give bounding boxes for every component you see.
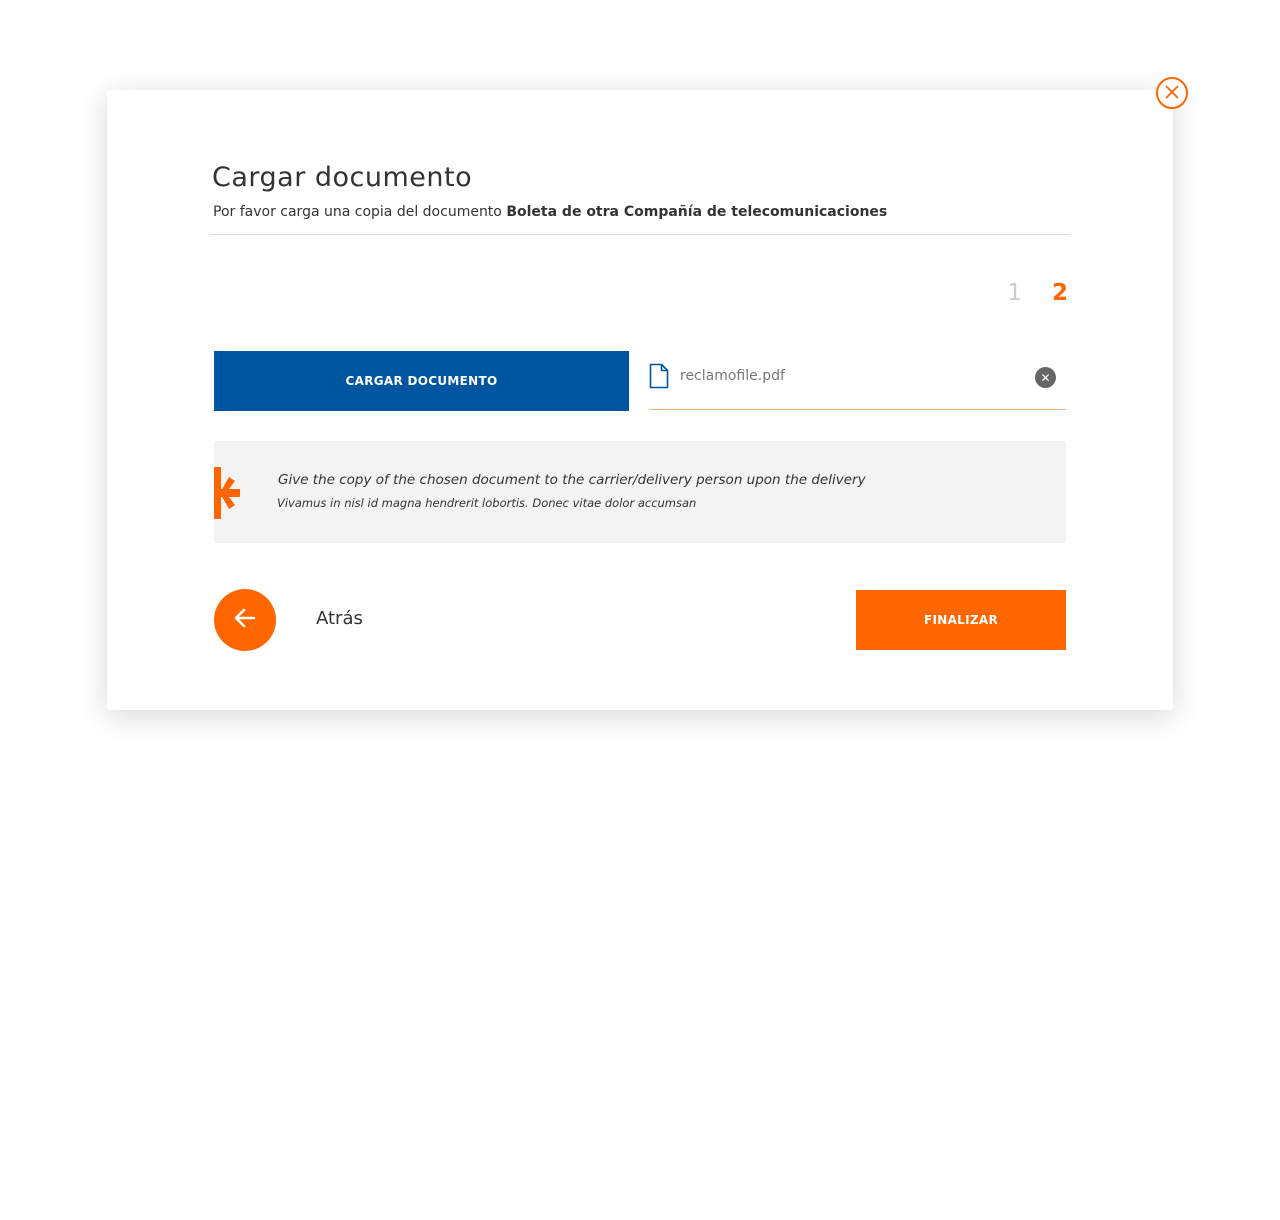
asterisk-mark-icon [214,467,242,523]
upload-document-modal: Cargar documento Por favor carga una cop… [107,90,1173,710]
close-modal-button[interactable] [1156,77,1188,109]
step-indicator: 1 2 [1007,280,1068,306]
close-icon [1165,84,1179,103]
modal-subtitle: Por favor carga una copia del documento … [213,204,887,220]
step-2-current: 2 [1051,280,1068,306]
upload-document-button[interactable]: CARGAR DOCUMENTO [214,351,629,411]
file-name: reclamofile.pdf [680,368,785,384]
back-label[interactable]: Atrás [316,608,363,629]
modal-title: Cargar documento [212,162,473,193]
arrow-left-icon [234,608,256,632]
document-icon [649,363,669,393]
title-divider [210,234,1070,235]
subtitle-prefix: Por favor carga una copia del documento [213,204,507,220]
delivery-info-box: Give the copy of the chosen document to … [214,441,1066,543]
info-text: Vivamus in nisl id magna hendrerit lobor… [277,496,697,510]
step-1: 1 [1007,280,1022,306]
subtitle-document-name: Boleta de otra Compañía de telecomunicac… [506,204,888,220]
back-button[interactable] [214,589,276,651]
finish-button[interactable]: FINALIZAR [856,590,1066,650]
uploaded-file-field: reclamofile.pdf ✕ [649,351,1066,410]
info-title: Give the copy of the chosen document to … [278,472,866,488]
clear-icon[interactable]: ✕ [1035,367,1056,388]
